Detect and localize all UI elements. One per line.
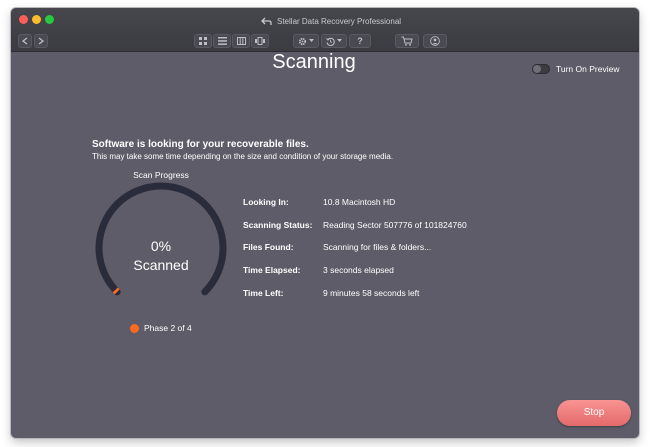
cart-icon — [401, 36, 413, 46]
zoom-window-button[interactable] — [45, 15, 54, 24]
forward-arrow-icon — [38, 37, 44, 45]
back-arrow-icon — [22, 37, 28, 45]
window-title: Stellar Data Recovery Professional — [261, 14, 401, 28]
help-button[interactable]: ? — [349, 34, 371, 48]
settings-button[interactable] — [293, 34, 319, 48]
scan-subline: This may take some time depending on the… — [92, 152, 394, 161]
account-button[interactable] — [423, 34, 447, 48]
scanning-status-label: Scanning Status: — [243, 220, 313, 230]
app-logo-icon — [261, 17, 272, 26]
grid-view-button[interactable] — [194, 34, 212, 48]
looking-in-value: 10.8 Macintosh HD — [323, 197, 396, 207]
phase-text: Phase 2 of 4 — [144, 323, 192, 333]
time-left-label: Time Left: — [243, 288, 284, 298]
back-button[interactable] — [18, 34, 32, 48]
time-elapsed-value: 3 seconds elapsed — [323, 265, 394, 275]
scanning-status-value: Reading Sector 507776 of 101824760 — [323, 220, 467, 230]
progress-title: Scan Progress — [133, 170, 189, 180]
grid-view-icon — [199, 37, 207, 45]
help-icon: ? — [357, 36, 363, 46]
column-view-button[interactable] — [232, 34, 250, 48]
time-elapsed-label: Time Elapsed: — [243, 265, 301, 275]
progress-percent-label: Scanned — [133, 257, 189, 273]
gear-icon — [298, 37, 307, 46]
close-window-button[interactable] — [19, 15, 28, 24]
cover-flow-button[interactable] — [251, 34, 269, 48]
window-title-text: Stellar Data Recovery Professional — [277, 16, 402, 26]
files-found-value: Scanning for files & folders... — [323, 242, 432, 252]
minimize-window-button[interactable] — [32, 15, 41, 24]
history-icon — [326, 37, 335, 46]
forward-button[interactable] — [34, 34, 48, 48]
scan-headline: Software is looking for your recoverable… — [92, 139, 309, 150]
progress-gauge-fill — [112, 287, 120, 295]
cart-button[interactable] — [395, 34, 419, 48]
toggle-knob — [533, 65, 541, 73]
preview-toggle[interactable] — [532, 64, 550, 74]
progress-percent: 0% — [150, 238, 172, 254]
title-bar: Stellar Data Recovery Professional ? — [11, 8, 639, 52]
column-view-icon — [236, 37, 246, 45]
history-button[interactable] — [321, 34, 347, 48]
cover-flow-icon — [255, 37, 265, 45]
account-icon — [430, 36, 440, 46]
preview-toggle-label: Turn On Preview — [556, 64, 620, 74]
list-view-button[interactable] — [213, 34, 231, 48]
chevron-down-icon — [337, 39, 342, 43]
time-left-value: 9 minutes 58 seconds left — [323, 288, 420, 298]
files-found-label: Files Found: — [243, 242, 294, 252]
chevron-down-icon — [309, 39, 314, 43]
looking-in-label: Looking In: — [243, 197, 289, 207]
phase-dot-icon — [130, 323, 139, 333]
stop-button[interactable]: Stop — [557, 400, 631, 426]
phase-indicator: Phase 2 of 4 — [130, 323, 192, 333]
list-view-icon — [217, 37, 227, 45]
